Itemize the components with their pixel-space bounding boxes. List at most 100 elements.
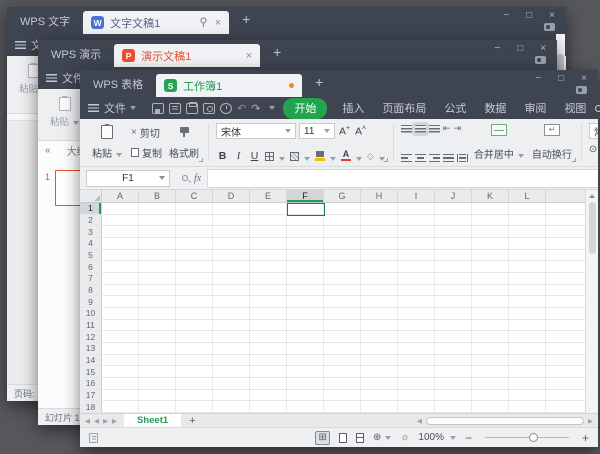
underline-button[interactable]: U	[248, 150, 261, 162]
sheet-nav-arrow-0[interactable]: ◀	[85, 417, 90, 425]
cell-G6[interactable]	[324, 261, 361, 272]
cell-E13[interactable]	[250, 343, 287, 354]
cell-C1[interactable]	[176, 203, 213, 214]
minimize-button[interactable]: −	[494, 44, 500, 54]
cell-E4[interactable]	[250, 238, 287, 249]
cell-F18[interactable]	[287, 401, 324, 412]
cell-B5[interactable]	[139, 250, 176, 261]
center-across-icon[interactable]	[457, 154, 468, 162]
row-header-17[interactable]: 17	[80, 390, 102, 401]
cell-D11[interactable]	[213, 320, 250, 331]
cell-K3[interactable]	[472, 226, 509, 237]
cell-G8[interactable]	[324, 285, 361, 296]
cell-J16[interactable]	[435, 378, 472, 389]
cell-H5[interactable]	[361, 250, 398, 261]
sheet-nav-arrow-3[interactable]: ▶	[112, 417, 117, 425]
cell-K12[interactable]	[472, 331, 509, 342]
pin-icon[interactable]	[199, 17, 208, 28]
close-tab-icon[interactable]: ×	[246, 50, 252, 62]
cell-K4[interactable]	[472, 238, 509, 249]
justify-icon[interactable]	[443, 154, 454, 162]
cell-E7[interactable]	[250, 273, 287, 284]
cell-J15[interactable]	[435, 366, 472, 377]
ribbon-tab-审阅[interactable]: 审阅	[524, 100, 546, 116]
sheet-nav-arrow-2[interactable]: ▶	[103, 417, 108, 425]
cell-J8[interactable]	[435, 285, 472, 296]
cell-B17[interactable]	[139, 390, 176, 401]
cell-J14[interactable]	[435, 355, 472, 366]
cell-A16[interactable]	[102, 378, 139, 389]
cell-L14[interactable]	[509, 355, 546, 366]
cell-F14[interactable]	[287, 355, 324, 366]
cell-D16[interactable]	[213, 378, 250, 389]
scrollbar-track[interactable]	[426, 417, 584, 425]
cell-L17[interactable]	[509, 390, 546, 401]
column-header-G[interactable]: G	[324, 190, 361, 202]
row-header-2[interactable]: 2	[80, 215, 102, 226]
cell-I18[interactable]	[398, 401, 435, 412]
cell-I2[interactable]	[398, 215, 435, 226]
cell-G11[interactable]	[324, 320, 361, 331]
cell-C17[interactable]	[176, 390, 213, 401]
cell-F17[interactable]	[287, 390, 324, 401]
scroll-up-icon[interactable]	[589, 194, 595, 198]
cell-C13[interactable]	[176, 343, 213, 354]
row-header-12[interactable]: 12	[80, 331, 102, 342]
cell-K7[interactable]	[472, 273, 509, 284]
cell-G12[interactable]	[324, 331, 361, 342]
cell-J6[interactable]	[435, 261, 472, 272]
cell-D3[interactable]	[213, 226, 250, 237]
scroll-right-icon[interactable]: ▶	[588, 417, 593, 425]
cell-B16[interactable]	[139, 378, 176, 389]
cell-I11[interactable]	[398, 320, 435, 331]
cell-E14[interactable]	[250, 355, 287, 366]
cell-L11[interactable]	[509, 320, 546, 331]
cell-H6[interactable]	[361, 261, 398, 272]
dialog-launcher-icon[interactable]	[384, 158, 388, 162]
cell-A4[interactable]	[102, 238, 139, 249]
cell-D14[interactable]	[213, 355, 250, 366]
cell-A9[interactable]	[102, 296, 139, 307]
cell-H1[interactable]	[361, 203, 398, 214]
borders-button[interactable]	[264, 152, 286, 161]
ribbon-tab-开始[interactable]: 开始	[283, 98, 327, 119]
cell-I3[interactable]	[398, 226, 435, 237]
align-bottom-icon[interactable]	[429, 125, 440, 133]
redo-icon[interactable]: ↷	[251, 102, 260, 115]
cell-C2[interactable]	[176, 215, 213, 226]
cell-K10[interactable]	[472, 308, 509, 319]
cell-G18[interactable]	[324, 401, 361, 412]
cell-E17[interactable]	[250, 390, 287, 401]
cell-K18[interactable]	[472, 401, 509, 412]
dialog-launcher-icon[interactable]	[199, 158, 203, 162]
cell-B14[interactable]	[139, 355, 176, 366]
cell-D10[interactable]	[213, 308, 250, 319]
row-header-10[interactable]: 10	[80, 308, 102, 319]
print-preview-icon[interactable]	[203, 103, 215, 114]
cell-H14[interactable]	[361, 355, 398, 366]
cell-F1[interactable]	[287, 203, 324, 214]
cell-C9[interactable]	[176, 296, 213, 307]
cell-A14[interactable]	[102, 355, 139, 366]
row-header-18[interactable]: 18	[80, 401, 102, 412]
cell-G13[interactable]	[324, 343, 361, 354]
select-all-corner[interactable]	[80, 190, 102, 202]
cell-E12[interactable]	[250, 331, 287, 342]
cell-J7[interactable]	[435, 273, 472, 284]
maximize-button[interactable]: □	[558, 74, 564, 84]
cell-E2[interactable]	[250, 215, 287, 226]
cell-H9[interactable]	[361, 296, 398, 307]
cell-B7[interactable]	[139, 273, 176, 284]
cell-I8[interactable]	[398, 285, 435, 296]
cell-F4[interactable]	[287, 238, 324, 249]
row-header-16[interactable]: 16	[80, 378, 102, 389]
cell-A3[interactable]	[102, 226, 139, 237]
cell-G15[interactable]	[324, 366, 361, 377]
cell-F7[interactable]	[287, 273, 324, 284]
cell-D4[interactable]	[213, 238, 250, 249]
cell-E6[interactable]	[250, 261, 287, 272]
writer-document-tab[interactable]: W 文字文稿1 ×	[83, 11, 229, 34]
cell-I6[interactable]	[398, 261, 435, 272]
cell-E10[interactable]	[250, 308, 287, 319]
column-header-L[interactable]: L	[509, 190, 546, 202]
